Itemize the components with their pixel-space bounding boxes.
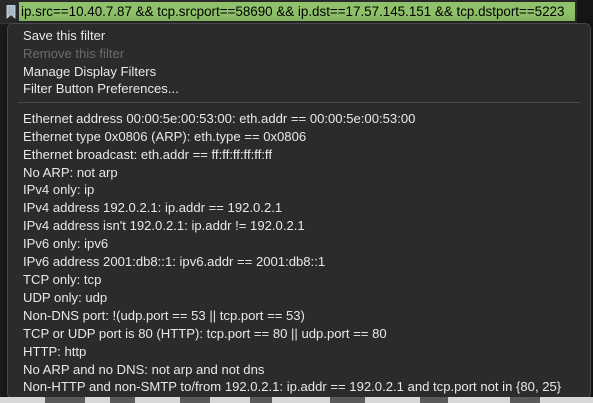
saved-filter-item[interactable]: TCP or UDP port is 80 (HTTP): tcp.port =…: [23, 325, 387, 343]
saved-filter-item[interactable]: UDP only: udp: [23, 289, 107, 307]
saved-filter-item[interactable]: IPv6 address 2001:db8::1: ipv6.addr == 2…: [23, 253, 325, 271]
saved-filter-item[interactable]: IPv4 address 192.0.2.1: ip.addr == 192.0…: [23, 199, 282, 217]
saved-filter-item[interactable]: Non-HTTP and non-SMTP to/from 192.0.2.1:…: [23, 378, 561, 396]
bookmark-icon: [6, 4, 15, 19]
saved-filter-item[interactable]: No ARP and no DNS: not arp and not dns: [23, 361, 264, 379]
saved-filter-item[interactable]: HTTP: http: [23, 343, 86, 361]
menu-item-remove-this-filter: Remove this filter: [23, 46, 125, 61]
display-filter-input[interactable]: ip.src==10.40.7.87 && tcp.srcport==58690…: [19, 2, 575, 21]
saved-filter-item[interactable]: IPv6 only: ipv6: [23, 235, 108, 253]
filter-bookmark-menu: Save this filter Remove this filter Mana…: [7, 23, 591, 399]
menu-item-filter-button-preferences[interactable]: Filter Button Preferences...: [23, 80, 179, 98]
menu-item-save-this-filter[interactable]: Save this filter: [23, 27, 105, 45]
saved-filter-item[interactable]: IPv4 only: ip: [23, 181, 94, 199]
saved-filter-item[interactable]: Non-DNS port: !(udp.port == 53 || tcp.po…: [23, 307, 305, 325]
menu-item-manage-display-filters[interactable]: Manage Display Filters: [23, 63, 156, 81]
saved-filter-item[interactable]: IPv4 address isn't 192.0.2.1: ip.addr !=…: [23, 217, 305, 235]
display-filter-toolbar: ip.src==10.40.7.87 && tcp.srcport==58690…: [0, 0, 593, 24]
filter-bookmark-button[interactable]: [3, 3, 18, 20]
packet-list-peek: [0, 397, 593, 403]
saved-filter-item[interactable]: Ethernet address 00:00:5e:00:53:00: eth.…: [23, 110, 415, 128]
saved-filter-item[interactable]: Ethernet broadcast: eth.addr == ff:ff:ff…: [23, 146, 272, 164]
saved-filter-item[interactable]: Ethernet type 0x0806 (ARP): eth.type == …: [23, 128, 306, 146]
saved-filter-item[interactable]: TCP only: tcp: [23, 271, 101, 289]
saved-filter-item[interactable]: No ARP: not arp: [23, 164, 118, 182]
menu-separator: [18, 102, 580, 103]
